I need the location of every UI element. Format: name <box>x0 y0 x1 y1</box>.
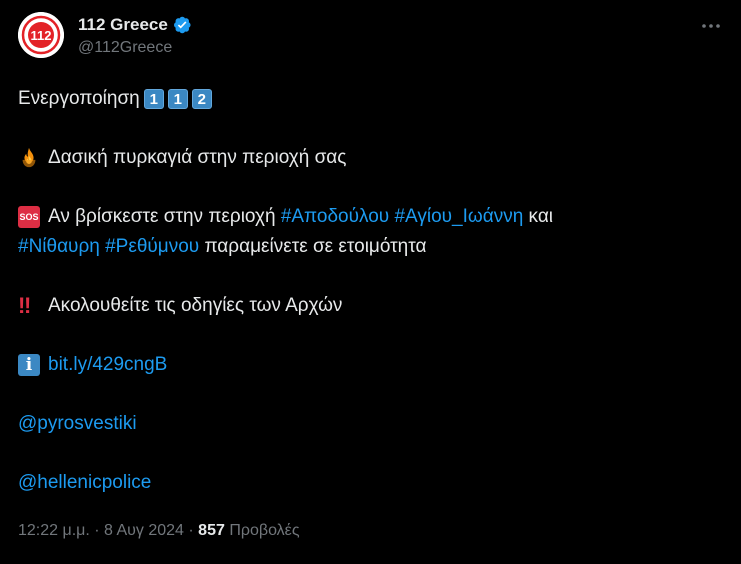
mention-link[interactable]: @hellenicpolice <box>18 468 151 498</box>
meta-separator: · <box>89 522 105 539</box>
fire-alert-text: Δασική πυρκαγιά στην περιοχή σας <box>48 147 347 168</box>
mention-link[interactable]: @pyrosvestiki <box>18 409 137 439</box>
fire-icon <box>22 147 36 168</box>
tweet-header: 112 112 Greece @112Greece <box>18 12 723 60</box>
info-link[interactable]: bit.ly/429cngB <box>48 350 167 380</box>
activation-text: Ενεργοποίηση <box>18 88 140 109</box>
meta-separator: · <box>183 522 199 539</box>
tweet-line-location-cont: #Νίθαυρη #Ρεθύμνου παραμείνετε σε ετοιμό… <box>18 232 718 262</box>
avatar-logo-icon: 112 <box>18 12 64 58</box>
display-name[interactable]: 112 Greece <box>78 15 168 35</box>
views-count: 857 <box>198 522 225 539</box>
keycap-2-icon: 2 <box>191 89 212 109</box>
information-icon: i <box>18 354 40 376</box>
sos-icon: SOS <box>18 206 40 228</box>
more-options-icon[interactable] <box>699 14 723 38</box>
tweet-line-instructions: ‼ Ακολουθείτε τις οδηγίες των Αρχών <box>18 291 718 321</box>
avatar-label: 112 <box>31 28 52 43</box>
handle[interactable]: @112Greece <box>78 39 192 57</box>
hashtag-link[interactable]: #Ρεθύμνου <box>105 232 199 262</box>
hashtag-link[interactable]: #Νίθαυρη <box>18 232 100 262</box>
instructions-text: Ακολουθείτε τις οδηγίες των Αρχών <box>48 295 343 316</box>
tweet-date[interactable]: 8 Αυγ 2024 <box>104 522 184 539</box>
tweet-line-activation: Ενεργοποίηση 1 1 2 <box>18 84 718 114</box>
verified-badge-icon <box>173 16 191 34</box>
double-exclamation-icon: ‼ <box>18 293 31 318</box>
views-label: Προβολές <box>229 522 300 539</box>
hashtag-link[interactable]: #Αγίου_Ιωάννη <box>394 202 523 232</box>
avatar[interactable]: 112 <box>18 12 64 58</box>
location-text: Αν βρίσκεστε στην περιοχή <box>48 206 276 227</box>
keycap-1-icon: 1 <box>143 89 164 109</box>
tweet-line-fire: Δασική πυρκαγιά στην περιοχή σας <box>18 143 718 173</box>
tweet-line-info: i bit.ly/429cngB <box>18 350 718 380</box>
and-text: και <box>528 206 554 227</box>
keycap-1-icon: 1 <box>167 89 188 109</box>
tweet-time[interactable]: 12:22 μ.μ. <box>18 522 90 539</box>
tweet-line-mention-police: @hellenicpolice <box>18 468 718 498</box>
tweet-meta: 12:22 μ.μ. · 8 Αυγ 2024 · 857 Προβολές <box>18 522 300 540</box>
standby-text: παραμείνετε σε ετοιμότητα <box>204 236 427 257</box>
author-info: 112 Greece @112Greece <box>78 14 192 57</box>
tweet-line-location: SOS Αν βρίσκεστε στην περιοχή #Αποδούλου… <box>18 202 718 232</box>
hashtag-link[interactable]: #Αποδούλου <box>281 202 389 232</box>
tweet-text: Ενεργοποίηση 1 1 2 Δασική πυρκαγιά στην … <box>18 84 718 498</box>
tweet-line-mention-fire-service: @pyrosvestiki <box>18 409 718 439</box>
